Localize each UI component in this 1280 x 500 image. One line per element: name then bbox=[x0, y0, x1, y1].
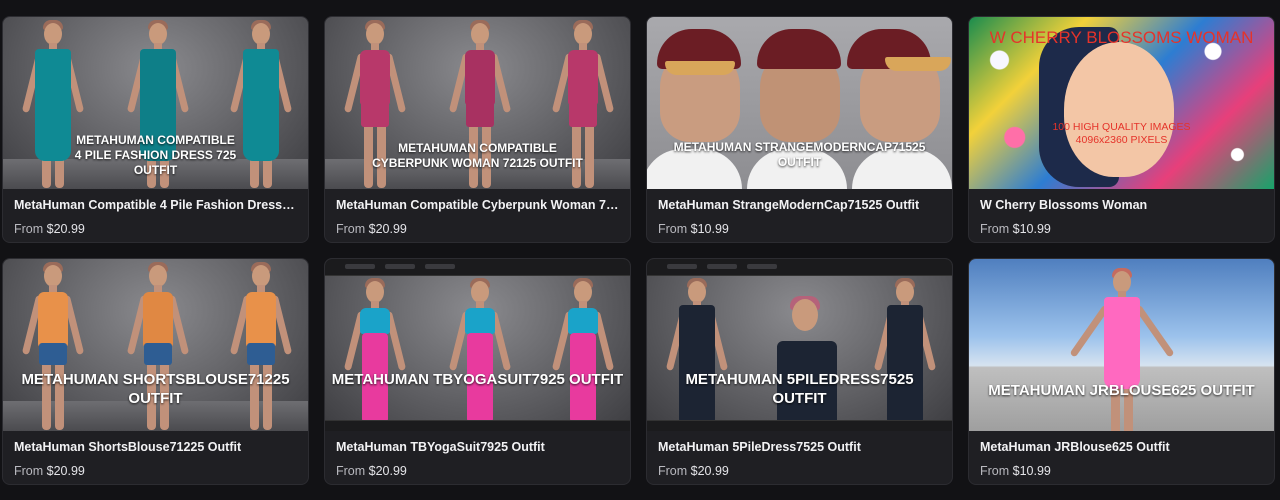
product-thumbnail[interactable]: METAHUMAN 5PILEDRESS7525 OUTFIT bbox=[647, 259, 952, 431]
product-price: From $20.99 bbox=[14, 464, 85, 478]
model-figure bbox=[448, 278, 512, 431]
model-figure bbox=[772, 296, 842, 431]
cap bbox=[757, 29, 841, 69]
product-title[interactable]: MetaHuman 5PileDress7525 Outfit bbox=[658, 440, 941, 454]
product-title[interactable]: MetaHuman Compatible 4 Pile Fashion Dres… bbox=[14, 198, 297, 212]
model-figure bbox=[873, 278, 937, 431]
product-price: From $20.99 bbox=[336, 222, 407, 236]
editor-statusbar bbox=[647, 420, 952, 431]
product-price: From $20.99 bbox=[336, 464, 407, 478]
product-grid: METAHUMAN COMPATIBLE 4 PILE FASHION DRES… bbox=[2, 16, 1275, 485]
product-title[interactable]: MetaHuman JRBlouse625 Outfit bbox=[980, 440, 1263, 454]
product-thumbnail[interactable]: METAHUMAN STRANGEMODERNCAP71525 OUTFIT bbox=[647, 17, 952, 189]
thumbnail-caption: METAHUMAN SHORTSBLOUSE71225 OUTFIT bbox=[21, 371, 290, 407]
product-card[interactable]: METAHUMAN 5PILEDRESS7525 OUTFIT MetaHuma… bbox=[646, 258, 953, 485]
product-card[interactable]: METAHUMAN TBYOGASUIT7925 OUTFIT MetaHuma… bbox=[324, 258, 631, 485]
product-card[interactable]: METAHUMAN STRANGEMODERNCAP71525 OUTFIT M… bbox=[646, 16, 953, 243]
artwork-face bbox=[1064, 42, 1174, 177]
product-thumbnail[interactable]: METAHUMAN TBYOGASUIT7925 OUTFIT bbox=[325, 259, 630, 431]
model-figure bbox=[343, 278, 407, 431]
product-title[interactable]: MetaHuman TBYogaSuit7925 Outfit bbox=[336, 440, 619, 454]
product-thumbnail[interactable]: W CHERRY BLOSSOMS WOMAN 100 HIGH QUALITY… bbox=[969, 17, 1274, 189]
product-card[interactable]: METAHUMAN SHORTSBLOUSE71225 OUTFIT MetaH… bbox=[2, 258, 309, 485]
model-figure bbox=[551, 278, 615, 431]
thumbnail-caption: METAHUMAN COMPATIBLE 4 PILE FASHION DRES… bbox=[74, 133, 237, 177]
product-price: From $20.99 bbox=[14, 222, 85, 236]
product-card[interactable]: METAHUMAN JRBLOUSE625 OUTFIT MetaHuman J… bbox=[968, 258, 1275, 485]
thumbnail-caption: METAHUMAN 5PILEDRESS7525 OUTFIT bbox=[685, 371, 914, 407]
editor-toolbar bbox=[325, 259, 630, 276]
product-title[interactable]: MetaHuman StrangeModernCap71525 Outfit bbox=[658, 198, 941, 212]
product-thumbnail[interactable]: METAHUMAN COMPATIBLE CYBERPUNK WOMAN 721… bbox=[325, 17, 630, 189]
product-price: From $20.99 bbox=[658, 464, 729, 478]
artwork-subtitle: 100 HIGH QUALITY IMAGES 4096x2360 PIXELS bbox=[1052, 121, 1191, 147]
product-card[interactable]: W CHERRY BLOSSOMS WOMAN 100 HIGH QUALITY… bbox=[968, 16, 1275, 243]
thumbnail-caption: METAHUMAN STRANGEMODERNCAP71525 OUTFIT bbox=[673, 140, 926, 169]
model-figure bbox=[1069, 268, 1175, 431]
product-thumbnail[interactable]: METAHUMAN COMPATIBLE 4 PILE FASHION DRES… bbox=[3, 17, 308, 189]
model-figure bbox=[665, 278, 729, 431]
product-title[interactable]: W Cherry Blossoms Woman bbox=[980, 198, 1263, 212]
thumbnail-caption: METAHUMAN JRBLOUSE625 OUTFIT bbox=[988, 382, 1255, 399]
artwork-title: W CHERRY BLOSSOMS WOMAN bbox=[989, 28, 1254, 47]
editor-statusbar bbox=[325, 420, 630, 431]
product-title[interactable]: MetaHuman Compatible Cyberpunk Woman 721… bbox=[336, 198, 619, 212]
thumbnail-caption: METAHUMAN COMPATIBLE CYBERPUNK WOMAN 721… bbox=[372, 141, 583, 170]
product-price: From $10.99 bbox=[980, 222, 1051, 236]
product-thumbnail[interactable]: METAHUMAN SHORTSBLOUSE71225 OUTFIT bbox=[3, 259, 308, 431]
product-price: From $10.99 bbox=[980, 464, 1051, 478]
product-card[interactable]: METAHUMAN COMPATIBLE CYBERPUNK WOMAN 721… bbox=[324, 16, 631, 243]
product-price: From $10.99 bbox=[658, 222, 729, 236]
thumbnail-caption: METAHUMAN TBYOGASUIT7925 OUTFIT bbox=[331, 371, 624, 388]
product-thumbnail[interactable]: METAHUMAN JRBLOUSE625 OUTFIT bbox=[969, 259, 1274, 431]
editor-toolbar bbox=[647, 259, 952, 276]
product-card[interactable]: METAHUMAN COMPATIBLE 4 PILE FASHION DRES… bbox=[2, 16, 309, 243]
product-title[interactable]: MetaHuman ShortsBlouse71225 Outfit bbox=[14, 440, 297, 454]
